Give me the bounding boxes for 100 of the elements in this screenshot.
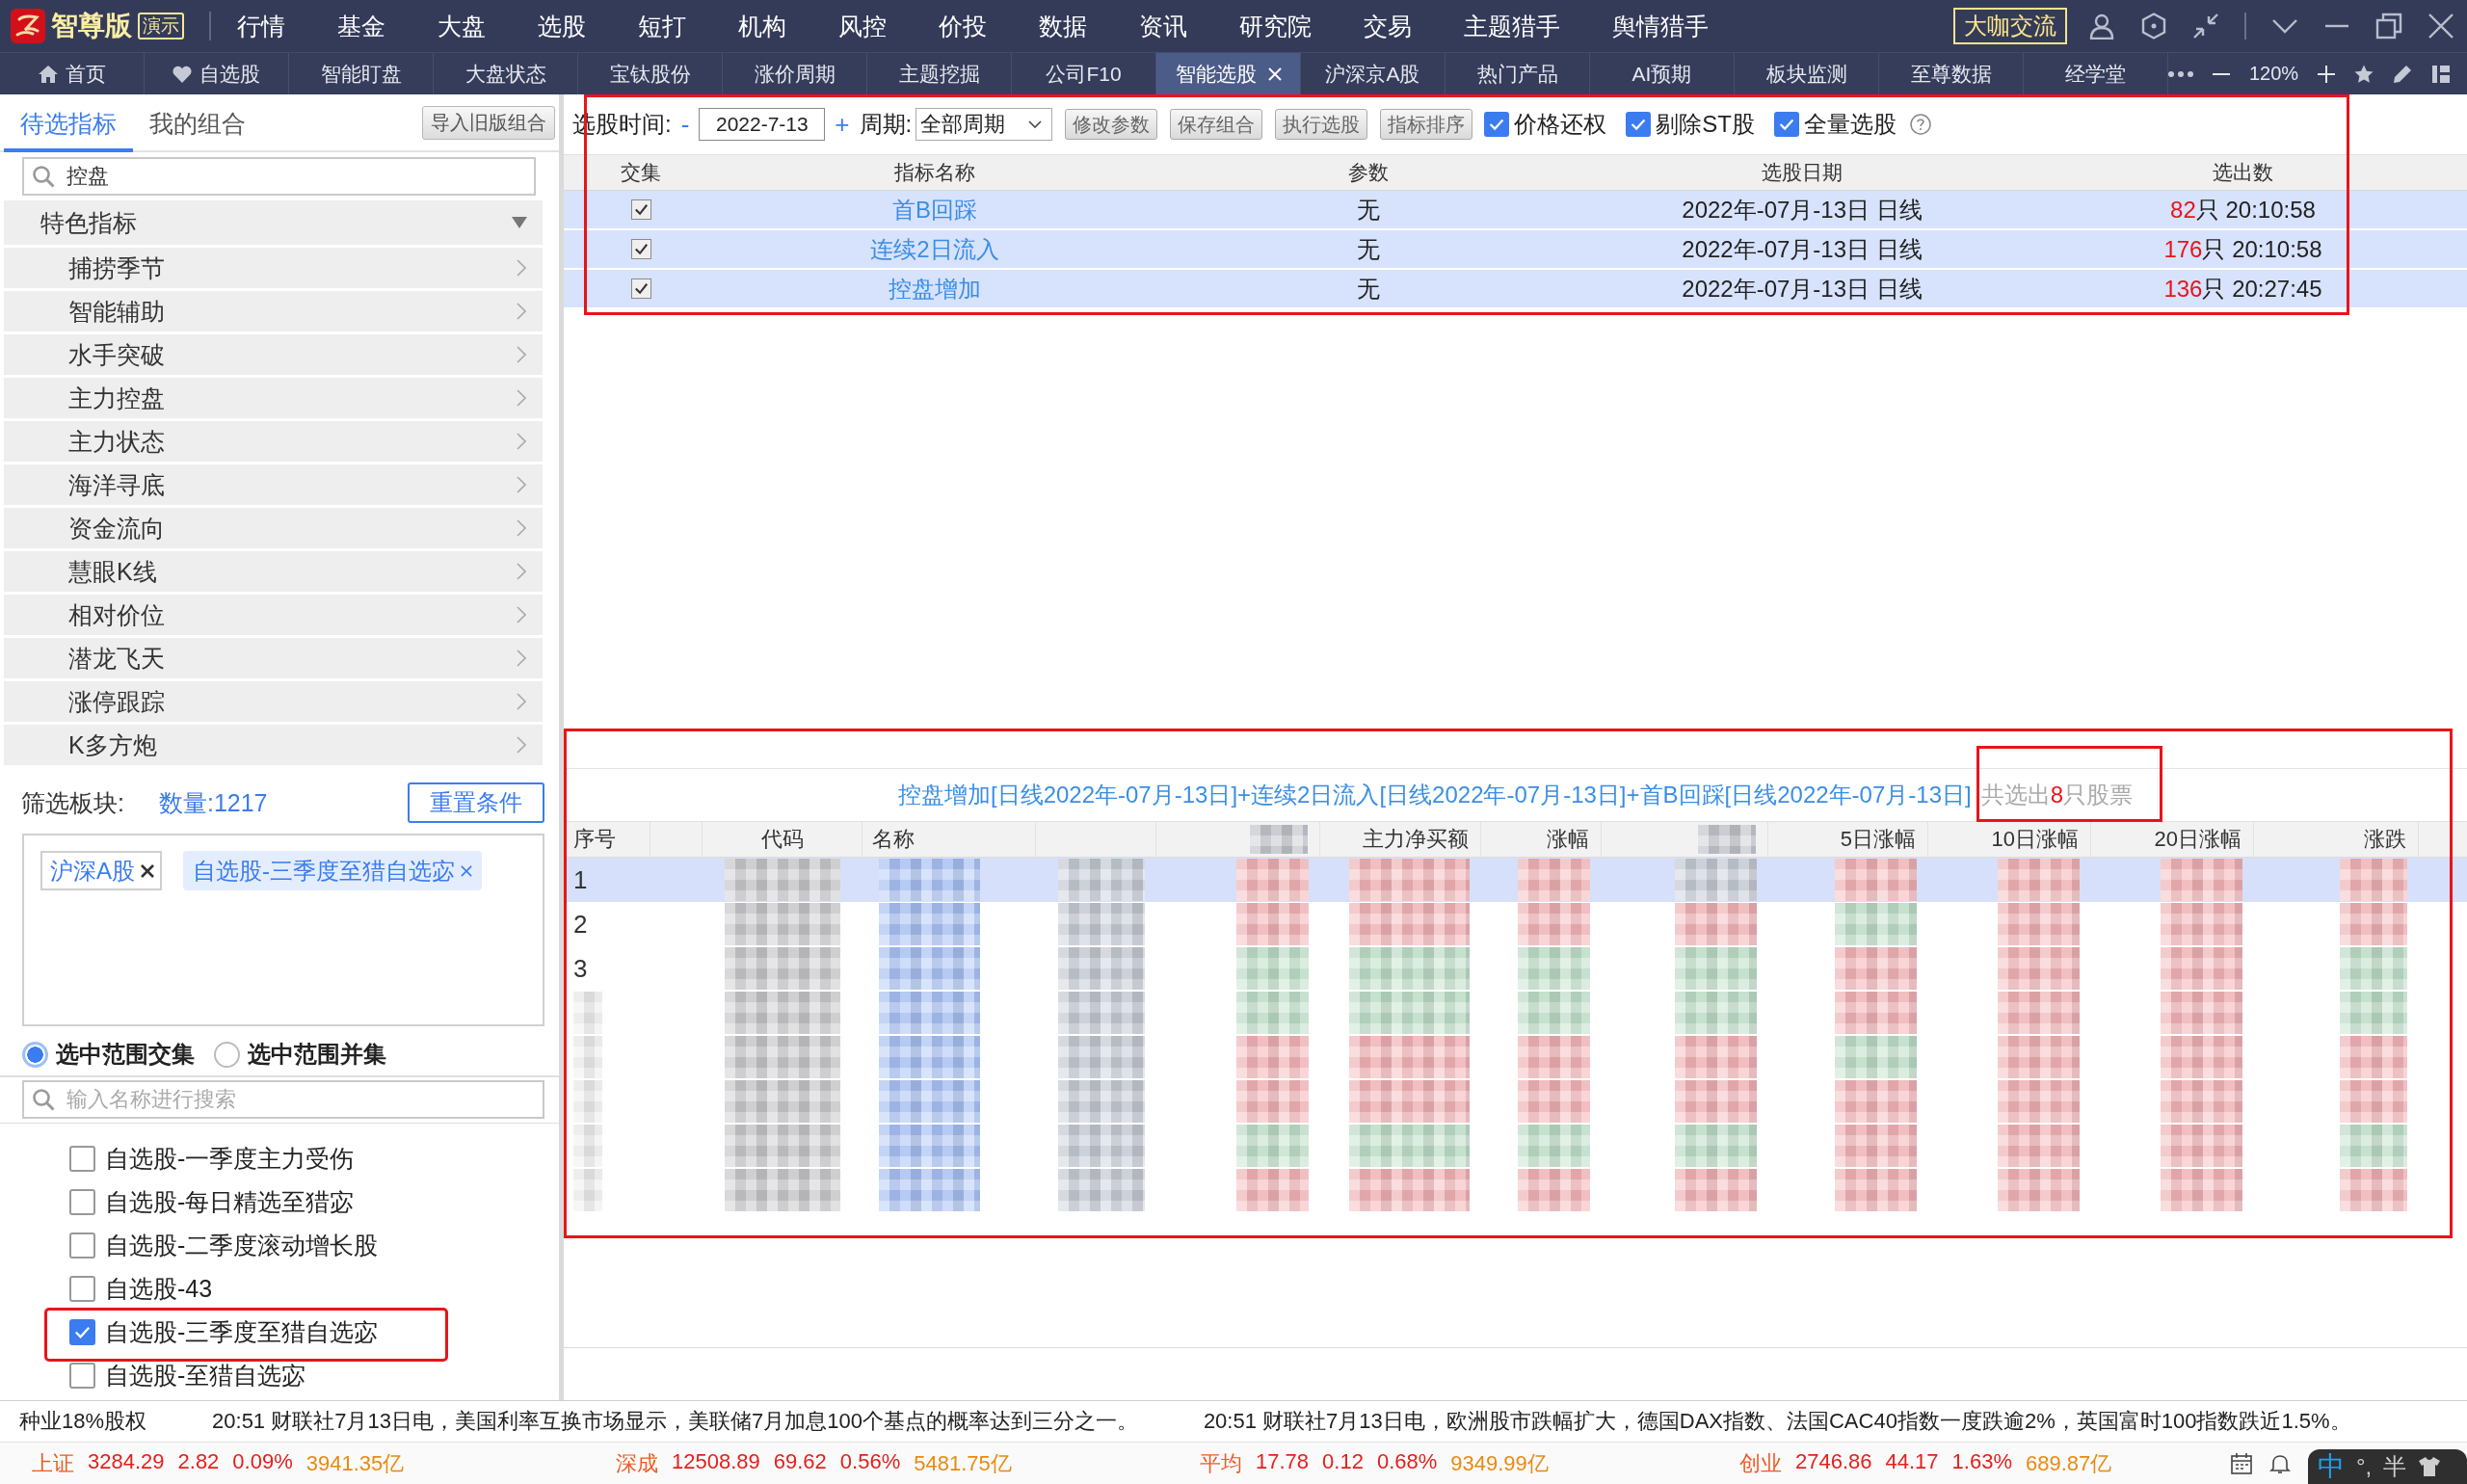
column-header[interactable]: 涨跌 — [2254, 822, 2419, 857]
tab[interactable]: 沪深京A股 — [1301, 53, 1446, 94]
radio-button[interactable] — [214, 1041, 240, 1068]
checkbox-label[interactable]: 自选股-二季度滚动增长股 — [105, 1230, 379, 1261]
period-dropdown[interactable]: 全部周期 — [915, 108, 1053, 141]
menu-item[interactable]: 行情 — [211, 0, 311, 52]
bell-icon[interactable] — [2269, 1452, 2291, 1474]
checkbox-label[interactable]: 自选股-至猎自选宓 — [105, 1360, 306, 1391]
panel-tab[interactable]: 我的组合 — [133, 108, 262, 152]
menu-item[interactable]: 研究院 — [1213, 0, 1338, 52]
date-field[interactable]: 2022-7-13 — [699, 108, 826, 141]
column-header[interactable]: 20日涨幅 — [2091, 822, 2254, 857]
tab[interactable]: 热门产品 — [1446, 53, 1590, 94]
option-label[interactable]: 全量选股 — [1803, 109, 1897, 140]
checkbox-label[interactable]: 自选股-三季度至猎自选宓 — [105, 1316, 379, 1348]
checkbox[interactable] — [1484, 112, 1510, 137]
checkbox[interactable] — [1773, 112, 1799, 137]
radio-label[interactable]: 选中范围交集 — [56, 1039, 195, 1070]
news-item[interactable]: 种业18%股权 — [19, 1407, 147, 1436]
search-field[interactable]: 输入名称进行搜索 — [22, 1080, 544, 1119]
tab[interactable]: 涨价周期 — [723, 53, 867, 94]
table-row[interactable]: 连续2日流入 无 2022年-07月-13日 日线 176只 20:10:58 — [564, 230, 2467, 270]
category-item[interactable]: 智能辅助 — [4, 288, 543, 331]
menu-item[interactable]: 大盘 — [411, 0, 512, 52]
close-icon[interactable] — [141, 863, 154, 878]
checkbox[interactable] — [1626, 112, 1652, 137]
tab[interactable]: 至尊数据 — [1879, 53, 2024, 94]
tab[interactable]: AI预期 — [1590, 53, 1735, 94]
checkbox-label[interactable]: 自选股-43 — [105, 1273, 213, 1305]
calendar-icon[interactable] — [2231, 1452, 2252, 1474]
step-button[interactable]: - — [671, 109, 700, 140]
radio-button[interactable] — [22, 1041, 48, 1068]
step-button[interactable]: + — [825, 109, 860, 140]
more-icon[interactable] — [2168, 70, 2193, 77]
restore-icon[interactable] — [2375, 13, 2402, 40]
column-header[interactable]: 5日涨幅 — [1768, 822, 1928, 857]
pencil-icon[interactable] — [2393, 64, 2413, 84]
user-icon[interactable] — [2088, 13, 2115, 40]
menu-item[interactable]: 数据 — [1013, 0, 1113, 52]
checkbox[interactable] — [69, 1363, 95, 1389]
category-item[interactable]: 资金流向 — [4, 505, 543, 548]
column-header[interactable]: 名称 — [862, 822, 1036, 857]
ime-mode[interactable]: 中 — [2318, 1451, 2345, 1482]
toolbar-button[interactable]: 修改参数 — [1065, 109, 1158, 140]
zoom-out-icon[interactable] — [2213, 72, 2230, 75]
checkbox[interactable] — [69, 1319, 95, 1345]
checkbox[interactable] — [69, 1146, 95, 1172]
table-row[interactable]: 控盘增加 无 2022年-07月-13日 日线 136只 20:27:45 — [564, 270, 2467, 309]
column-header[interactable]: 主力净买额 — [1320, 822, 1481, 857]
shirt-icon[interactable] — [2418, 1456, 2442, 1477]
category-item[interactable]: K多方炮 — [4, 722, 543, 765]
category-item[interactable]: 相对价位 — [4, 592, 543, 635]
checkbox-label[interactable]: 自选股-每日精选至猎宓 — [105, 1186, 355, 1218]
zoom-in-icon[interactable] — [2318, 65, 2336, 83]
column-header[interactable]: 10日涨幅 — [1928, 822, 2091, 857]
category-item[interactable]: 慧眼K线 — [4, 548, 543, 592]
menu-item[interactable]: 短打 — [612, 0, 712, 52]
category-item[interactable]: 主力状态 — [4, 418, 543, 462]
toolbar-button[interactable]: 指标排序 — [1380, 109, 1473, 140]
column-header[interactable]: 序号 — [564, 822, 650, 857]
close-icon[interactable] — [2427, 13, 2454, 40]
checkbox[interactable] — [630, 199, 651, 220]
radio-label[interactable]: 选中范围并集 — [248, 1039, 386, 1070]
hexagon-icon[interactable] — [2140, 13, 2167, 40]
community-button[interactable]: 大咖交流 — [1953, 8, 2067, 44]
shrink-icon[interactable] — [2192, 13, 2219, 40]
checkbox[interactable] — [69, 1232, 95, 1259]
star-icon[interactable] — [2354, 64, 2374, 84]
menu-item[interactable]: 主题猎手 — [1438, 0, 1586, 52]
tab[interactable]: 主题挖掘 — [867, 53, 1012, 94]
tab[interactable]: 智能选股 — [1156, 53, 1301, 94]
category-item[interactable]: 主力控盘 — [4, 375, 543, 418]
panel-tab[interactable]: 待选指标 — [4, 108, 133, 152]
tab[interactable]: 板块监测 — [1735, 53, 1879, 94]
menu-item[interactable]: 价投 — [913, 0, 1013, 52]
toolbar-button[interactable]: 执行选股 — [1275, 109, 1368, 140]
news-item[interactable]: 20:51 财联社7月13日电，美国利率互换市场显示，美联储7月加息100个基点的概率达到三分之一。 — [212, 1407, 1138, 1436]
checkbox[interactable] — [69, 1276, 95, 1302]
menu-item[interactable]: 机构 — [712, 0, 812, 52]
checkbox[interactable] — [630, 239, 651, 259]
menu-item[interactable]: 交易 — [1338, 0, 1438, 52]
table-row[interactable]: 1 — [564, 858, 2467, 902]
category-header[interactable]: 特色指标 — [4, 200, 543, 245]
block-tag[interactable]: 沪深A股 — [40, 851, 162, 890]
column-header[interactable]: 代码 — [703, 822, 862, 857]
menu-item[interactable]: 舆情猎手 — [1586, 0, 1735, 52]
category-item[interactable]: 涨停跟踪 — [4, 678, 543, 722]
help-icon[interactable] — [1909, 114, 1931, 135]
category-item[interactable]: 潜龙飞天 — [4, 635, 543, 678]
option-label[interactable]: 剔除ST股 — [1656, 109, 1755, 140]
category-item[interactable]: 捕捞季节 — [4, 245, 543, 288]
column-header[interactable]: 涨幅 — [1481, 822, 1602, 857]
reset-button[interactable]: 重置条件 — [408, 782, 544, 823]
category-item[interactable]: 海洋寻底 — [4, 462, 543, 505]
ime-punctuation[interactable]: °, — [2356, 1453, 2373, 1480]
tab[interactable]: 经学堂 — [2024, 53, 2168, 94]
checkbox[interactable] — [69, 1189, 95, 1215]
menu-item[interactable]: 选股 — [512, 0, 612, 52]
checkbox[interactable] — [630, 278, 651, 299]
option-label[interactable]: 价格还权 — [1514, 109, 1607, 140]
